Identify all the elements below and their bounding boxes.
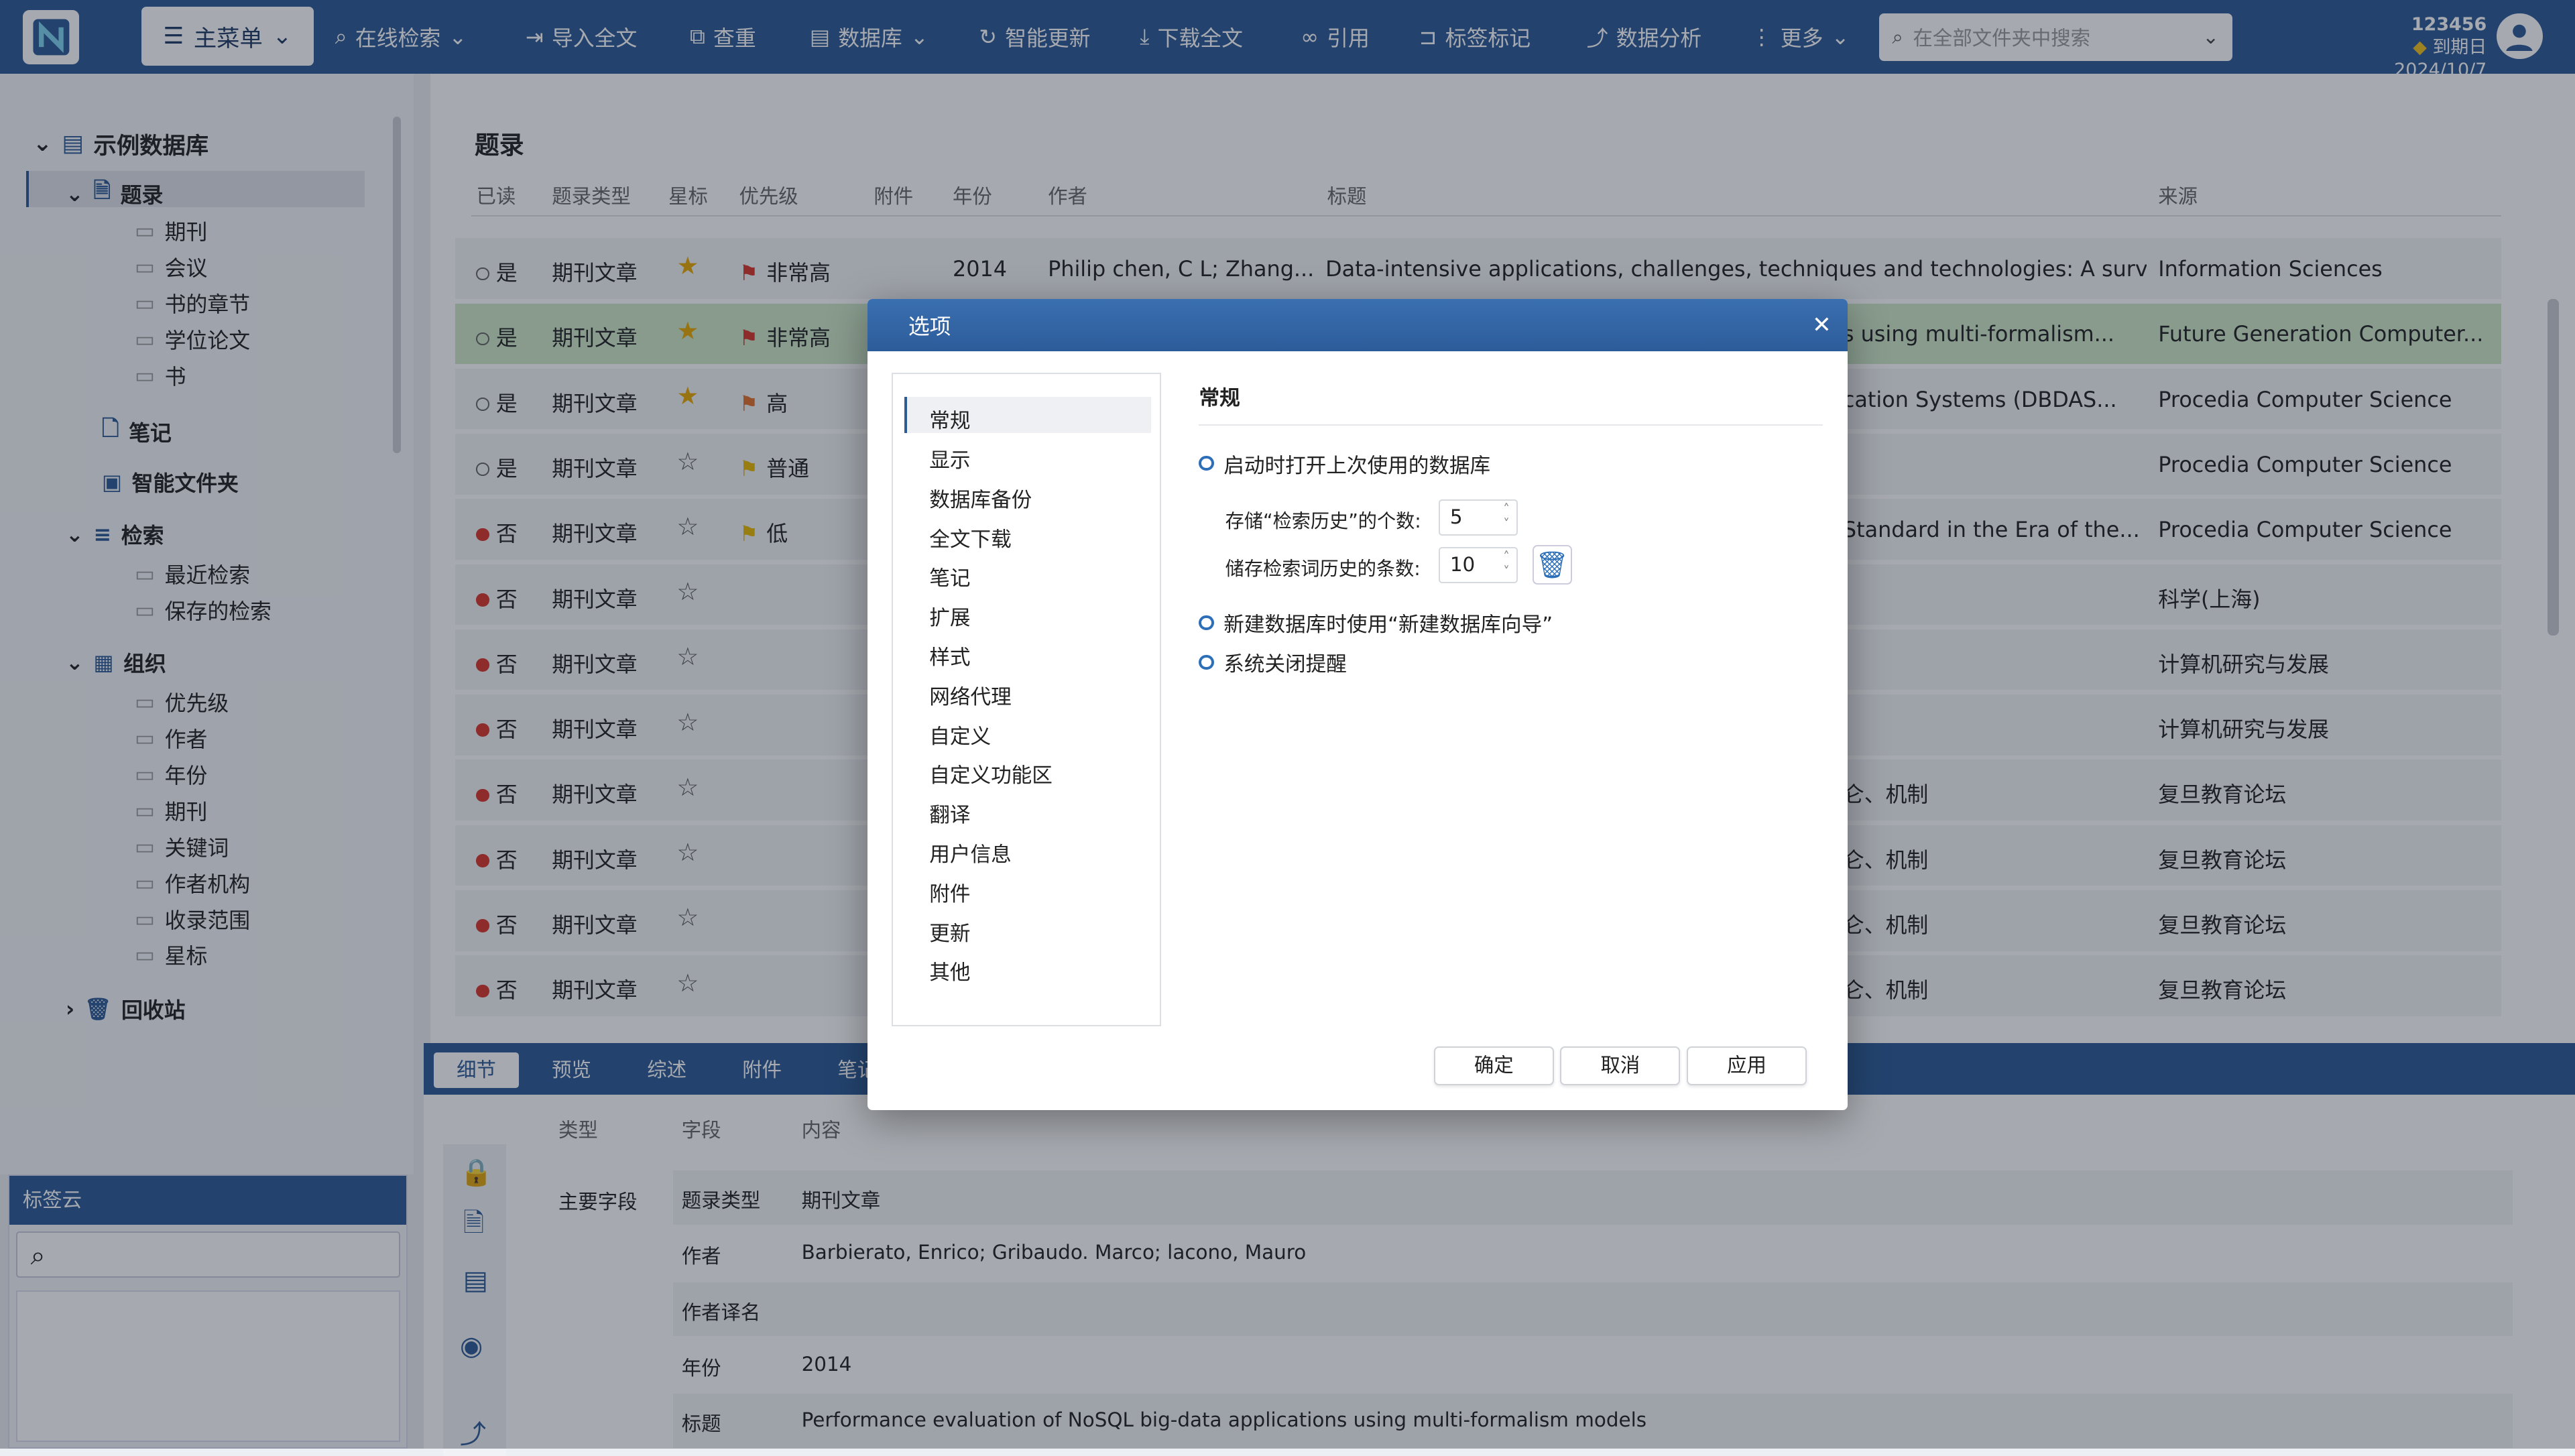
dialog-title-bar: 选项 ✕ — [867, 298, 1848, 352]
history-count-label: 存储“检索历史”的个数: — [1225, 509, 1421, 532]
cancel-button[interactable]: 取消 — [1560, 1046, 1681, 1086]
options-nav-item[interactable]: 自定义 — [929, 719, 991, 749]
option-open-last-label: 启动时打开上次使用的数据库 — [1223, 454, 1491, 478]
option-close-remind-label: 系统关闭提醒 — [1223, 653, 1347, 677]
radio-icon[interactable] — [1199, 456, 1214, 471]
term-count-spinner[interactable]: 10 ˄ ˅ — [1439, 546, 1518, 583]
options-nav-item[interactable]: 数据库备份 — [929, 483, 1032, 513]
options-nav-item[interactable]: 扩展 — [929, 601, 970, 631]
options-nav-item[interactable]: 常规 — [929, 404, 970, 434]
option-wizard-label: 新建数据库时使用“新建数据库向导” — [1223, 613, 1553, 638]
history-count-value: 5 — [1449, 505, 1463, 529]
trash-icon: 🗑 — [1535, 550, 1569, 581]
options-nav-item[interactable]: 全文下载 — [929, 522, 1011, 552]
clear-history-button[interactable]: 🗑 — [1532, 545, 1572, 585]
options-nav-item[interactable]: 样式 — [929, 640, 970, 670]
options-nav-item[interactable]: 附件 — [929, 877, 970, 907]
pane-heading: 常规 — [1199, 381, 1823, 426]
options-nav-item[interactable]: 网络代理 — [929, 680, 1011, 710]
radio-icon[interactable] — [1199, 654, 1214, 670]
spinner-arrows-icon[interactable]: ˄ ˅ — [1503, 502, 1510, 532]
options-nav-item[interactable]: 更新 — [929, 916, 970, 947]
app-window: ☰ 主菜单 ⌄ ⌕ 在线检索 ⌄ ⇥ 导入全文 ⧉ 查重 ▤ 数据库 ⌄ ↻ 智能更新 ⤓ 下载… — [0, 0, 2575, 1456]
history-count-spinner[interactable]: 5 ˄ ˅ — [1439, 499, 1518, 536]
options-nav-item[interactable]: 自定义功能区 — [929, 758, 1053, 788]
options-dialog: 选项 ✕ 常规显示数据库备份全文下载笔记扩展样式网络代理自定义自定义功能区 翻译用… — [867, 298, 1848, 1111]
dialog-title: 选项 — [908, 314, 951, 340]
general-pane: 常规 启动时打开上次使用的数据库 存储“检索历史”的个数: 5 ˄ ˅ 储存检索词历… — [1199, 381, 1823, 676]
term-count-label: 储存检索词历史的条数: — [1225, 557, 1421, 580]
radio-icon[interactable] — [1199, 615, 1214, 630]
options-nav-item[interactable]: 翻译 — [929, 798, 970, 828]
term-count-value: 10 — [1449, 553, 1476, 577]
option-close-remind[interactable]: 系统关闭提醒 — [1199, 647, 1347, 677]
options-nav-item[interactable]: 笔记 — [929, 561, 970, 591]
options-nav-item[interactable]: 显示 — [929, 443, 970, 473]
close-icon[interactable]: ✕ — [1812, 312, 1832, 339]
options-nav-item[interactable]: 用户信息 — [929, 837, 1011, 867]
options-nav: 常规显示数据库备份全文下载笔记扩展样式网络代理自定义自定义功能区 翻译用户信息附件… — [892, 373, 1162, 1027]
spinner-arrows-icon[interactable]: ˄ ˅ — [1503, 550, 1510, 579]
option-new-db-wizard[interactable]: 新建数据库时使用“新建数据库向导” — [1199, 607, 1553, 638]
options-nav-item[interactable]: 其他 — [929, 955, 970, 985]
apply-button[interactable]: 应用 — [1687, 1046, 1807, 1086]
ok-button[interactable]: 确定 — [1433, 1046, 1554, 1086]
option-open-last-db[interactable]: 启动时打开上次使用的数据库 — [1199, 448, 1490, 479]
